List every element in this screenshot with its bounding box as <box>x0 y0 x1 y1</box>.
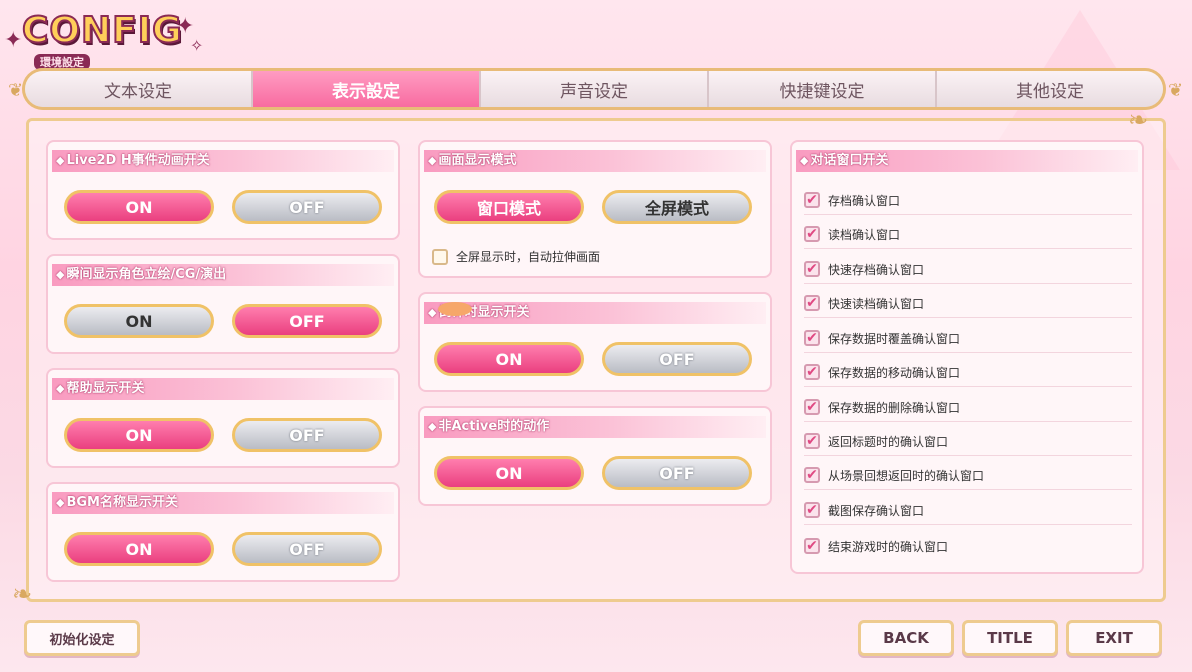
panel-heading: ◆ 倒计时显示开关 <box>424 302 766 324</box>
instant-off-button[interactable]: OFF <box>232 304 382 338</box>
tab-sound-settings[interactable]: 声音设定 <box>481 71 709 107</box>
ornament-icon: ❦ <box>8 80 24 101</box>
exit-button[interactable]: EXIT <box>1066 620 1162 656</box>
countdown-on-button[interactable]: ON <box>434 342 584 376</box>
checkbox[interactable]: ✔ <box>804 192 820 208</box>
live2d-on-button[interactable]: ON <box>64 190 214 224</box>
tab-bar: 文本设定 表示設定 声音设定 快捷键设定 其他设定 <box>22 68 1166 110</box>
tab-text-settings[interactable]: 文本设定 <box>25 71 253 107</box>
config-logo: ✦ CONFIG ✦ ✧ 環境設定 <box>4 6 214 70</box>
window-mode-button[interactable]: 窗口模式 <box>434 190 584 224</box>
ornament-icon: ❦ <box>1168 80 1184 101</box>
inactive-on-button[interactable]: ON <box>434 456 584 490</box>
tab-other-settings[interactable]: 其他设定 <box>937 71 1163 107</box>
help-on-button[interactable]: ON <box>64 418 214 452</box>
diamond-icon: ◆ <box>56 496 65 509</box>
live2d-panel: ◆ Live2D H事件动画开关 ON OFF <box>46 140 400 240</box>
countdown-off-button[interactable]: OFF <box>602 342 752 376</box>
panel-heading: ◆ Live2D H事件动画开关 <box>52 150 394 172</box>
confirm-option[interactable]: ✔ 截图保存确认窗口 <box>804 496 1132 525</box>
panel-heading: ◆ BGM名称显示开关 <box>52 492 394 514</box>
ornament-icon: ❧ <box>12 580 33 608</box>
title-button[interactable]: TITLE <box>962 620 1058 656</box>
confirm-option[interactable]: ✔ 返回标题时的确认窗口 <box>804 427 1132 456</box>
help-off-button[interactable]: OFF <box>232 418 382 452</box>
stretch-option[interactable]: 全屏显示时，自动拉伸画面 <box>432 248 600 265</box>
confirm-option[interactable]: ✔ 读档确认窗口 <box>804 220 1132 249</box>
star-icon: ✦ <box>4 28 23 53</box>
instant-on-button[interactable]: ON <box>64 304 214 338</box>
checkbox[interactable]: ✔ <box>804 502 820 518</box>
diamond-icon: ◆ <box>56 154 65 167</box>
confirm-option[interactable]: ✔ 从场景回想返回时的确认窗口 <box>804 461 1132 490</box>
checkbox[interactable]: ✔ <box>804 538 820 554</box>
checkbox[interactable]: ✔ <box>804 364 820 380</box>
checkbox[interactable]: ✔ <box>804 399 820 415</box>
star-icon: ✧ <box>190 36 204 55</box>
inactive-behavior-panel: ◆ 非Active时的动作 ON OFF <box>418 406 772 506</box>
diamond-icon: ◆ <box>56 382 65 395</box>
bgm-off-button[interactable]: OFF <box>232 532 382 566</box>
diamond-icon: ◆ <box>800 154 809 167</box>
fullscreen-mode-button[interactable]: 全屏模式 <box>602 190 752 224</box>
bgm-name-panel: ◆ BGM名称显示开关 ON OFF <box>46 482 400 582</box>
confirm-option[interactable]: ✔ 保存数据的删除确认窗口 <box>804 393 1132 422</box>
confirm-option[interactable]: ✔ 快速读档确认窗口 <box>804 289 1132 318</box>
checkbox[interactable]: ✔ <box>804 433 820 449</box>
diamond-icon: ◆ <box>428 154 437 167</box>
checkbox[interactable]: ✔ <box>804 261 820 277</box>
diamond-icon: ◆ <box>428 420 437 433</box>
instant-display-panel: ◆ 瞬间显示角色立绘/CG/演出 ON OFF <box>46 254 400 354</box>
stretch-checkbox[interactable] <box>432 248 448 265</box>
panel-heading: ◆ 对话窗口开关 <box>796 150 1138 172</box>
screen-mode-panel: ◆ 画面显示模式 窗口模式 全屏模式 全屏显示时，自动拉伸画面 <box>418 140 772 278</box>
tab-hotkey-settings[interactable]: 快捷键设定 <box>709 71 937 107</box>
checkbox[interactable]: ✔ <box>804 226 820 242</box>
panel-heading: ◆ 画面显示模式 <box>424 150 766 172</box>
confirm-option[interactable]: ✔ 保存数据的移动确认窗口 <box>804 358 1132 387</box>
ornament-icon: ❧ <box>1128 106 1149 134</box>
reset-settings-button[interactable]: 初始化设定 <box>24 620 140 656</box>
dialog-window-panel: ◆ 对话窗口开关 ✔ 存档确认窗口 ✔ 读档确认窗口 ✔ 快速存档确认窗口 ✔ 快速读档确… <box>790 140 1144 574</box>
stretch-label: 全屏显示时，自动拉伸画面 <box>456 250 601 264</box>
panel-heading: ◆ 瞬间显示角色立绘/CG/演出 <box>52 264 394 286</box>
tab-display-settings[interactable]: 表示設定 <box>253 71 481 107</box>
back-button[interactable]: BACK <box>858 620 954 656</box>
help-display-panel: ◆ 帮助显示开关 ON OFF <box>46 368 400 468</box>
logo-title: CONFIG <box>21 9 183 52</box>
checkbox[interactable]: ✔ <box>804 330 820 346</box>
checkbox[interactable]: ✔ <box>804 295 820 311</box>
inactive-off-button[interactable]: OFF <box>602 456 752 490</box>
checkbox[interactable]: ✔ <box>804 467 820 483</box>
confirm-option[interactable]: ✔ 保存数据时覆盖确认窗口 <box>804 324 1132 353</box>
diamond-icon: ◆ <box>56 268 65 281</box>
panel-heading: ◆ 非Active时的动作 <box>424 416 766 438</box>
confirm-option[interactable]: ✔ 结束游戏时的确认窗口 <box>804 532 1132 560</box>
panel-heading: ◆ 帮助显示开关 <box>52 378 394 400</box>
overlay-blob <box>438 302 472 316</box>
bgm-on-button[interactable]: ON <box>64 532 214 566</box>
live2d-off-button[interactable]: OFF <box>232 190 382 224</box>
diamond-icon: ◆ <box>428 306 437 319</box>
confirm-option[interactable]: ✔ 快速存档确认窗口 <box>804 255 1132 284</box>
confirm-option[interactable]: ✔ 存档确认窗口 <box>804 186 1132 215</box>
